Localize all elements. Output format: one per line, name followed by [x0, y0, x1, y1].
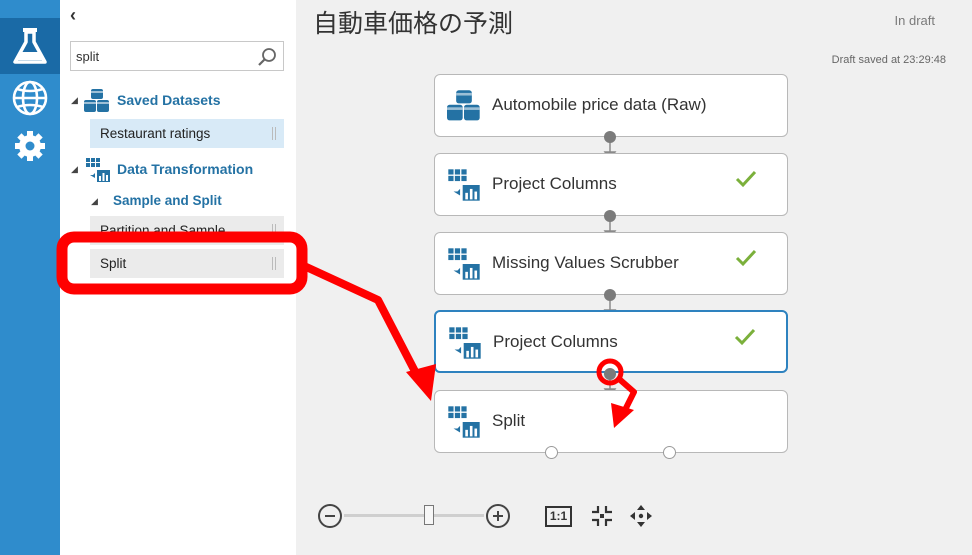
transform-icon — [449, 327, 481, 359]
dataset-icon — [84, 89, 109, 112]
rail-settings-button[interactable] — [0, 118, 60, 174]
category-data-transformation[interactable]: Data Transformation — [117, 161, 253, 177]
module-item-split[interactable]: Split — [90, 249, 284, 278]
subcategory-sample-and-split[interactable]: Sample and Split — [113, 193, 222, 208]
expand-caret-icon[interactable]: ◢ — [91, 196, 98, 207]
module-palette: ‹ ◢ Saved Datasets Restaurant ratings ◢ — [60, 0, 296, 555]
module-item-label: Restaurant ratings — [100, 126, 211, 141]
output-port[interactable] — [604, 131, 616, 143]
zoom-out-button[interactable] — [318, 504, 342, 528]
module-automobile-price-data[interactable]: Automobile price data (Raw) — [434, 74, 788, 137]
transform-icon — [448, 169, 480, 201]
transform-icon — [448, 406, 480, 438]
check-icon — [734, 328, 756, 346]
module-project-columns[interactable]: Project Columns — [434, 153, 788, 216]
output-port[interactable] — [604, 210, 616, 222]
rail-experiments-button[interactable] — [0, 18, 60, 74]
zoom-in-button[interactable] — [486, 504, 510, 528]
expand-caret-icon[interactable]: ◢ — [71, 95, 78, 106]
gear-icon — [15, 131, 45, 161]
module-label: Project Columns — [492, 174, 617, 193]
module-missing-values-scrubber[interactable]: Missing Values Scrubber — [434, 232, 788, 295]
fit-to-screen-icon[interactable] — [590, 504, 614, 528]
output-port-1[interactable] — [545, 446, 558, 459]
output-port-2[interactable] — [663, 446, 676, 459]
check-icon — [735, 249, 757, 267]
drag-handle-icon[interactable] — [272, 224, 276, 237]
check-icon — [735, 170, 757, 188]
zoom-slider[interactable] — [344, 514, 484, 517]
search-icon[interactable] — [257, 47, 277, 67]
zoom-slider-handle[interactable] — [424, 505, 434, 525]
module-project-columns-selected[interactable]: Project Columns — [434, 310, 788, 373]
module-item-partition-and-sample[interactable]: Partition and Sample — [90, 216, 284, 245]
drag-handle-icon[interactable] — [272, 257, 276, 270]
module-item-label: Split — [100, 256, 127, 271]
experiment-canvas[interactable]: 自動車価格の予測 In draft Draft saved at 23:29:4… — [296, 0, 972, 555]
module-item-label: Partition and Sample — [100, 223, 226, 238]
globe-icon — [12, 80, 48, 116]
category-saved-datasets[interactable]: Saved Datasets — [117, 92, 221, 108]
module-label: Split — [492, 411, 526, 430]
drag-handle-icon[interactable] — [272, 127, 276, 140]
module-label: Missing Values Scrubber — [492, 253, 679, 272]
zoom-in-icon — [493, 511, 503, 521]
flask-icon — [13, 28, 47, 64]
module-label: Automobile price data (Raw) — [492, 95, 707, 114]
output-port[interactable] — [604, 289, 616, 301]
pan-icon[interactable] — [629, 504, 653, 528]
transform-icon — [448, 248, 480, 280]
expand-caret-icon[interactable]: ◢ — [71, 164, 78, 175]
collapse-palette-button[interactable]: ‹ — [70, 6, 76, 24]
module-split[interactable]: Split — [434, 390, 788, 453]
actual-size-button[interactable]: 1:1 — [545, 506, 572, 527]
module-label: Project Columns — [493, 332, 618, 351]
search-input[interactable] — [76, 47, 246, 65]
dataset-icon — [447, 90, 480, 121]
zoom-out-icon — [325, 515, 335, 517]
output-port[interactable] — [604, 368, 616, 380]
module-item-restaurant-ratings[interactable]: Restaurant ratings — [90, 119, 284, 148]
nav-rail — [0, 0, 60, 555]
palette-search[interactable] — [70, 41, 284, 71]
transform-icon — [86, 158, 110, 182]
